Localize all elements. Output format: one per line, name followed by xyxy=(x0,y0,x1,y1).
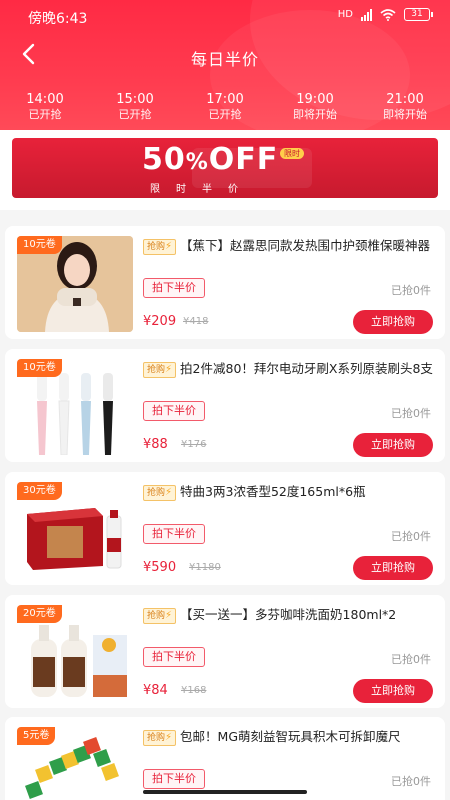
product-card[interactable]: 10元卷 抢购⚡ 拍2件减80！拜尔电动牙刷X系列原装刷头8支 拍下半价 已抢0件… xyxy=(5,349,445,462)
banner-number: 50 xyxy=(142,142,186,177)
product-name: 抢购⚡ 特曲3两3浓香型52度165ml*6瓶 xyxy=(143,482,437,501)
flash-label: 抢购 xyxy=(147,733,166,743)
banner-section: 50%OFF 限时 限时半价 xyxy=(0,130,450,210)
sold-count: 已抢0件 xyxy=(391,530,431,543)
status-time: 傍晚6:43 xyxy=(28,11,88,27)
half-price-tag: 拍下半价 xyxy=(143,524,205,544)
tab-state: 即将开始 xyxy=(293,108,337,121)
banner-subtitle: 限时半价 xyxy=(150,184,254,195)
sold-count: 已抢0件 xyxy=(391,653,431,666)
tab-state: 已开抢 xyxy=(28,108,62,121)
status-icons: HD 31 xyxy=(337,8,433,21)
tab-time: 21:00 xyxy=(386,92,424,107)
home-indicator[interactable] xyxy=(143,790,307,794)
tab-state: 已开抢 xyxy=(118,108,152,121)
half-price-tag: 拍下半价 xyxy=(143,769,205,789)
product-card[interactable]: 5元卷 抢购⚡ 包邮！MG萌刻益智玩具积木可拆卸魔尺 拍下半价 已抢0件 xyxy=(5,717,445,800)
lightning-icon: ⚡ xyxy=(165,241,173,252)
flash-sale-tag: 抢购⚡ xyxy=(143,608,177,624)
status-bar: 傍晚6:43 HD 31 xyxy=(0,0,450,32)
lightning-icon: ⚡ xyxy=(165,487,173,498)
banner-tag: 限时 xyxy=(280,148,304,159)
coupon-badge: 30元卷 xyxy=(17,482,62,500)
sold-count: 已抢0件 xyxy=(391,407,431,420)
tab-1500[interactable]: 15:00 已开抢 xyxy=(90,92,180,122)
tab-1400[interactable]: 14:00 已开抢 xyxy=(0,92,90,122)
tab-2100[interactable]: 21:00 即将开始 xyxy=(360,92,450,122)
wifi-icon xyxy=(380,8,396,21)
coupon-badge: 10元卷 xyxy=(17,236,62,254)
product-name: 抢购⚡ 拍2件减80！拜尔电动牙刷X系列原装刷头8支 xyxy=(143,359,437,378)
half-price-tag: 拍下半价 xyxy=(143,401,205,421)
tab-1700[interactable]: 17:00 已开抢 xyxy=(180,92,270,122)
tab-state: 即将开始 xyxy=(383,108,427,121)
tab-time: 17:00 xyxy=(206,92,244,107)
half-price-banner[interactable]: 50%OFF 限时 限时半价 xyxy=(12,138,438,198)
sale-price: ¥88 xyxy=(143,437,168,452)
product-card[interactable]: 20元卷 抢购⚡ 【买一送一】多芬咖啡洗面奶180ml*2 拍下半价 已抢0件 ¥… xyxy=(5,595,445,708)
sale-price: ¥84 xyxy=(143,683,168,698)
flash-label: 抢购 xyxy=(147,242,166,252)
product-title: 包邮！MG萌刻益智玩具积木可拆卸魔尺 xyxy=(180,729,401,744)
tab-state: 已开抢 xyxy=(208,108,242,121)
original-price: ¥418 xyxy=(183,316,209,327)
banner-headline: 50%OFF xyxy=(142,142,278,177)
tab-time: 15:00 xyxy=(116,92,154,107)
battery-icon: 31 xyxy=(404,8,433,21)
sold-count: 已抢0件 xyxy=(391,775,431,788)
coupon-badge: 10元卷 xyxy=(17,359,62,377)
lightning-icon: ⚡ xyxy=(165,364,173,375)
tab-time: 19:00 xyxy=(296,92,334,107)
product-name: 抢购⚡ 【蕉下】赵露思同款发热围巾护颈椎保暖神器 xyxy=(143,236,437,255)
buy-now-button[interactable]: 立即抢购 xyxy=(353,310,433,334)
original-price: ¥168 xyxy=(181,685,207,696)
product-title: 【蕉下】赵露思同款发热围巾护颈椎保暖神器 xyxy=(180,238,431,253)
buy-now-button[interactable]: 立即抢购 xyxy=(353,433,433,457)
original-price: ¥176 xyxy=(181,439,207,450)
flash-sale-tag: 抢购⚡ xyxy=(143,730,177,746)
tab-1900[interactable]: 19:00 即将开始 xyxy=(270,92,360,122)
tab-time: 14:00 xyxy=(26,92,64,107)
product-name: 抢购⚡ 【买一送一】多芬咖啡洗面奶180ml*2 xyxy=(143,605,437,624)
half-price-tag: 拍下半价 xyxy=(143,278,205,298)
coupon-badge: 5元卷 xyxy=(17,727,56,745)
banner-percent: % xyxy=(185,150,209,175)
signal-icon xyxy=(361,8,372,21)
buy-now-button[interactable]: 立即抢购 xyxy=(353,679,433,703)
product-name: 抢购⚡ 包邮！MG萌刻益智玩具积木可拆卸魔尺 xyxy=(143,727,437,746)
lightning-icon: ⚡ xyxy=(165,610,173,621)
lightning-icon: ⚡ xyxy=(165,732,173,743)
time-tabs: 14:00 已开抢 15:00 已开抢 17:00 已开抢 19:00 即将开始… xyxy=(0,92,450,122)
sale-price: ¥209 xyxy=(143,314,177,329)
sold-count: 已抢0件 xyxy=(391,284,431,297)
network-label: HD xyxy=(337,9,353,20)
page-title: 每日半价 xyxy=(190,50,259,69)
banner-off: OFF xyxy=(208,142,279,177)
flash-sale-tag: 抢购⚡ xyxy=(143,485,177,501)
half-price-tag: 拍下半价 xyxy=(143,647,205,667)
product-title: 【买一送一】多芬咖啡洗面奶180ml*2 xyxy=(180,607,397,622)
product-title: 拍2件减80！拜尔电动牙刷X系列原装刷头8支 xyxy=(180,361,433,376)
flash-label: 抢购 xyxy=(147,365,166,375)
product-card[interactable]: 10元卷 抢购⚡ 【蕉下】赵露思同款发热围巾护颈椎保暖神器 拍下半价 已抢0件 ¥… xyxy=(5,226,445,339)
flash-label: 抢购 xyxy=(147,488,166,498)
flash-sale-tag: 抢购⚡ xyxy=(143,362,177,378)
coupon-badge: 20元卷 xyxy=(17,605,62,623)
product-card[interactable]: 30元卷 抢购⚡ 特曲3两3浓香型52度165ml*6瓶 拍下半价 已抢0件 ¥5… xyxy=(5,472,445,585)
sale-price: ¥590 xyxy=(143,560,177,575)
product-title: 特曲3两3浓香型52度165ml*6瓶 xyxy=(180,484,366,499)
original-price: ¥1180 xyxy=(189,562,221,573)
flash-sale-tag: 抢购⚡ xyxy=(143,239,177,255)
buy-now-button[interactable]: 立即抢购 xyxy=(353,556,433,580)
header: 傍晚6:43 HD 31 每日半价 14:00 已开抢 15:00 已开抢 17… xyxy=(0,0,450,130)
flash-label: 抢购 xyxy=(147,611,166,621)
